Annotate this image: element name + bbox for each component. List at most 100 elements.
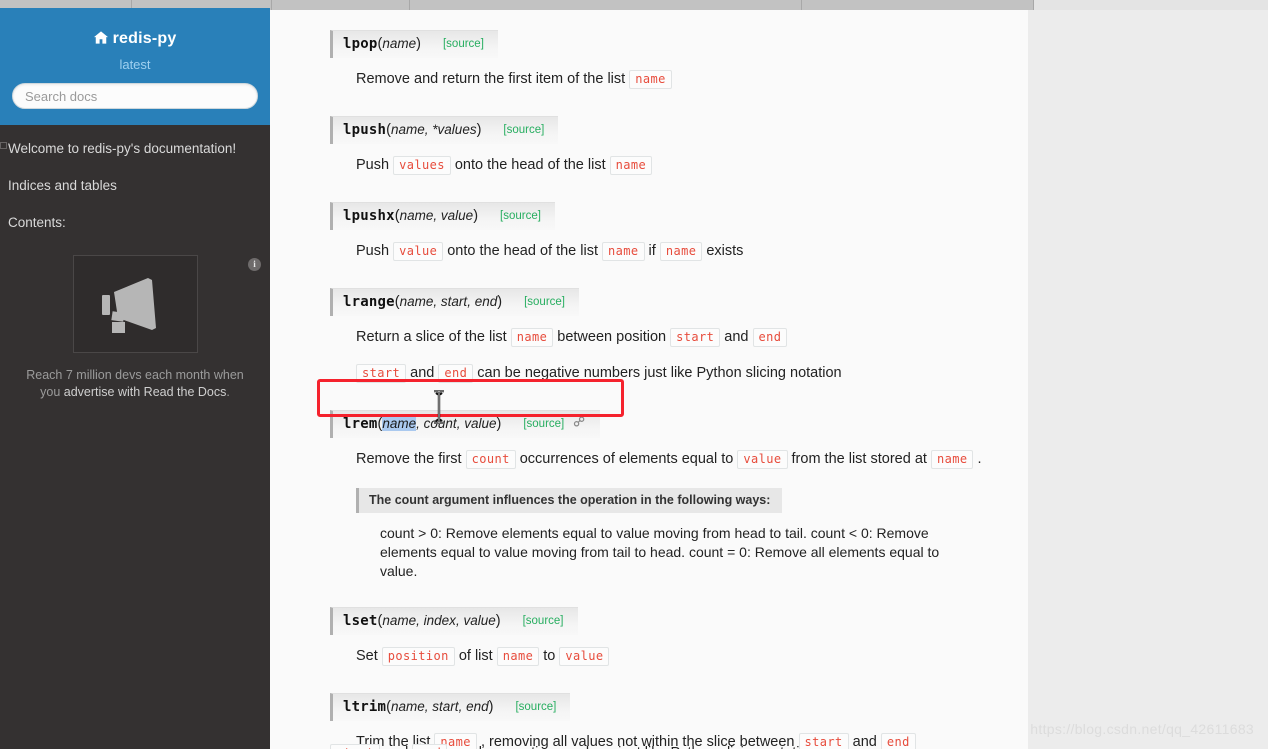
sidebar-header: redis-py latest: [0, 8, 270, 125]
function-name: lpushx: [343, 208, 395, 224]
function-signature[interactable]: lpop(name) [source]: [330, 30, 498, 58]
function-param[interactable]: value: [441, 208, 473, 223]
code-literal: position: [381, 647, 455, 666]
entry-description: start and end can be negative numbers ju…: [356, 362, 1000, 384]
function-name: ltrim: [343, 699, 387, 715]
partial-next-entry: start and end can be negative numbers ju…: [330, 742, 970, 749]
function-param[interactable]: name: [391, 122, 425, 137]
source-link[interactable]: [source]: [523, 615, 564, 627]
function-signature[interactable]: lrem(name, count, value) [source]: [330, 410, 601, 438]
function-param[interactable]: end: [466, 699, 489, 714]
code-literal: value: [737, 450, 788, 469]
sidebar-item-welcome[interactable]: Welcome to redis-py's documentation!: [0, 135, 270, 163]
function-signature[interactable]: lrange(name, start, end) [source]: [330, 288, 579, 316]
function-param[interactable]: name: [391, 699, 425, 714]
paren-close: ): [488, 699, 494, 715]
entry-spacer: [330, 90, 1000, 116]
function-name: lpop: [343, 36, 378, 52]
function-param[interactable]: index: [424, 613, 456, 628]
function-param[interactable]: start: [432, 699, 458, 714]
source-link[interactable]: [source]: [515, 701, 556, 713]
function-param[interactable]: name: [382, 36, 416, 51]
code-literal: values: [393, 156, 451, 175]
code-literal: name: [496, 647, 540, 666]
version-label: latest: [119, 57, 151, 72]
sidebar-advertisement[interactable]: i Reach 7 million devs each month when y…: [0, 255, 270, 440]
function-param[interactable]: name: [400, 208, 434, 223]
ad-text: Reach 7 million devs each month when you…: [10, 367, 260, 401]
source-link[interactable]: [source]: [524, 296, 565, 308]
sidebar: redis-py latest Welcome to redis-py's do…: [0, 8, 270, 749]
function-param[interactable]: value: [464, 416, 496, 431]
search-input[interactable]: [12, 83, 258, 109]
function-signature[interactable]: ltrim(name, start, end) [source]: [330, 693, 571, 721]
ad-image[interactable]: [72, 255, 198, 353]
sidebar-item-label: Contents:: [8, 215, 66, 230]
code-literal: start: [670, 328, 721, 347]
code-literal: value: [559, 647, 610, 666]
entry-spacer: [330, 176, 1000, 202]
code-literal: name: [510, 328, 554, 347]
function-param[interactable]: name: [400, 294, 434, 309]
entry-spacer: [330, 667, 1000, 693]
function-signature[interactable]: lset(name, index, value) [source]: [330, 607, 578, 635]
function-param[interactable]: value: [463, 613, 495, 628]
browser-tab[interactable]: [802, 0, 1034, 10]
paren-close: ): [497, 294, 503, 310]
note-title: The count argument influences the operat…: [356, 488, 783, 513]
param-separator: ,: [458, 699, 467, 714]
sidebar-item-indices-and-tables[interactable]: Indices and tables: [0, 172, 270, 200]
param-separator: ,: [467, 294, 475, 309]
info-icon[interactable]: i: [248, 258, 261, 271]
function-param[interactable]: end: [475, 294, 498, 309]
sidebar-nav: Welcome to redis-py's documentation! Ind…: [0, 125, 270, 237]
entry-spacer: [330, 384, 1000, 410]
ad-text-tail: .: [226, 385, 230, 399]
function-name: lset: [343, 613, 378, 629]
entry-lpop: lpop(name) [source]: [330, 30, 1000, 58]
code-literal: count: [465, 450, 516, 469]
function-param[interactable]: name: [382, 613, 416, 628]
entry-description: Remove the first count occurrences of el…: [356, 450, 982, 469]
function-param[interactable]: start: [441, 294, 467, 309]
function-param[interactable]: count: [424, 416, 457, 431]
paren-close: ): [495, 613, 501, 629]
source-link[interactable]: [source]: [443, 38, 484, 50]
brand[interactable]: redis-py: [12, 28, 258, 51]
entry-description: Return a slice of the list name between …: [356, 326, 1000, 348]
entry-lrange: lrange(name, start, end) [source]: [330, 288, 1000, 316]
sidebar-item-contents[interactable]: Contents:: [0, 209, 270, 237]
entry-ltrim: ltrim(name, start, end) [source]: [330, 693, 1000, 721]
function-signature[interactable]: lpush(name, *values) [source]: [330, 116, 559, 144]
browser-tab[interactable]: [410, 0, 802, 10]
code-literal: start: [356, 364, 407, 383]
entry-description: Push values onto the head of the list na…: [356, 154, 1000, 176]
param-separator: ,: [416, 416, 424, 431]
paren-close: ): [476, 122, 482, 138]
note-admonition: The count argument influences the operat…: [356, 488, 1000, 581]
source-link[interactable]: [source]: [500, 210, 541, 222]
browser-viewport: redis-py latest Welcome to redis-py's do…: [0, 0, 1268, 749]
browser-tab[interactable]: [272, 0, 410, 10]
function-name: lrange: [343, 294, 395, 310]
param-separator: ,: [416, 613, 424, 628]
browser-tab-active[interactable]: [1034, 0, 1268, 10]
code-literal: end: [752, 328, 788, 347]
brand-label: redis-py: [112, 30, 177, 47]
home-icon: [93, 29, 108, 51]
link-icon[interactable]: [573, 416, 586, 431]
entry-lrem: lrem(name, count, value) [source]: [330, 410, 1000, 438]
function-param[interactable]: *values: [432, 122, 476, 137]
documentation-content: lpop(name) [source] Remove and return the …: [270, 10, 1028, 749]
entry-lpush: lpush(name, *values) [source]: [330, 116, 1000, 144]
function-signature[interactable]: lpushx(name, value) [source]: [330, 202, 555, 230]
function-param[interactable]: name: [382, 416, 417, 431]
api-entry-list: lpop(name) [source] Remove and return the …: [270, 10, 1028, 749]
function-name: lrem: [343, 416, 378, 432]
source-link[interactable]: [source]: [523, 418, 564, 430]
expand-box-icon[interactable]: [0, 142, 7, 149]
paren-close: ): [496, 416, 502, 432]
entry-description: Push value onto the head of the list nam…: [356, 242, 744, 261]
source-link[interactable]: [source]: [503, 124, 544, 136]
watermark: https://blog.csdn.net/qq_42611683: [1030, 721, 1254, 737]
